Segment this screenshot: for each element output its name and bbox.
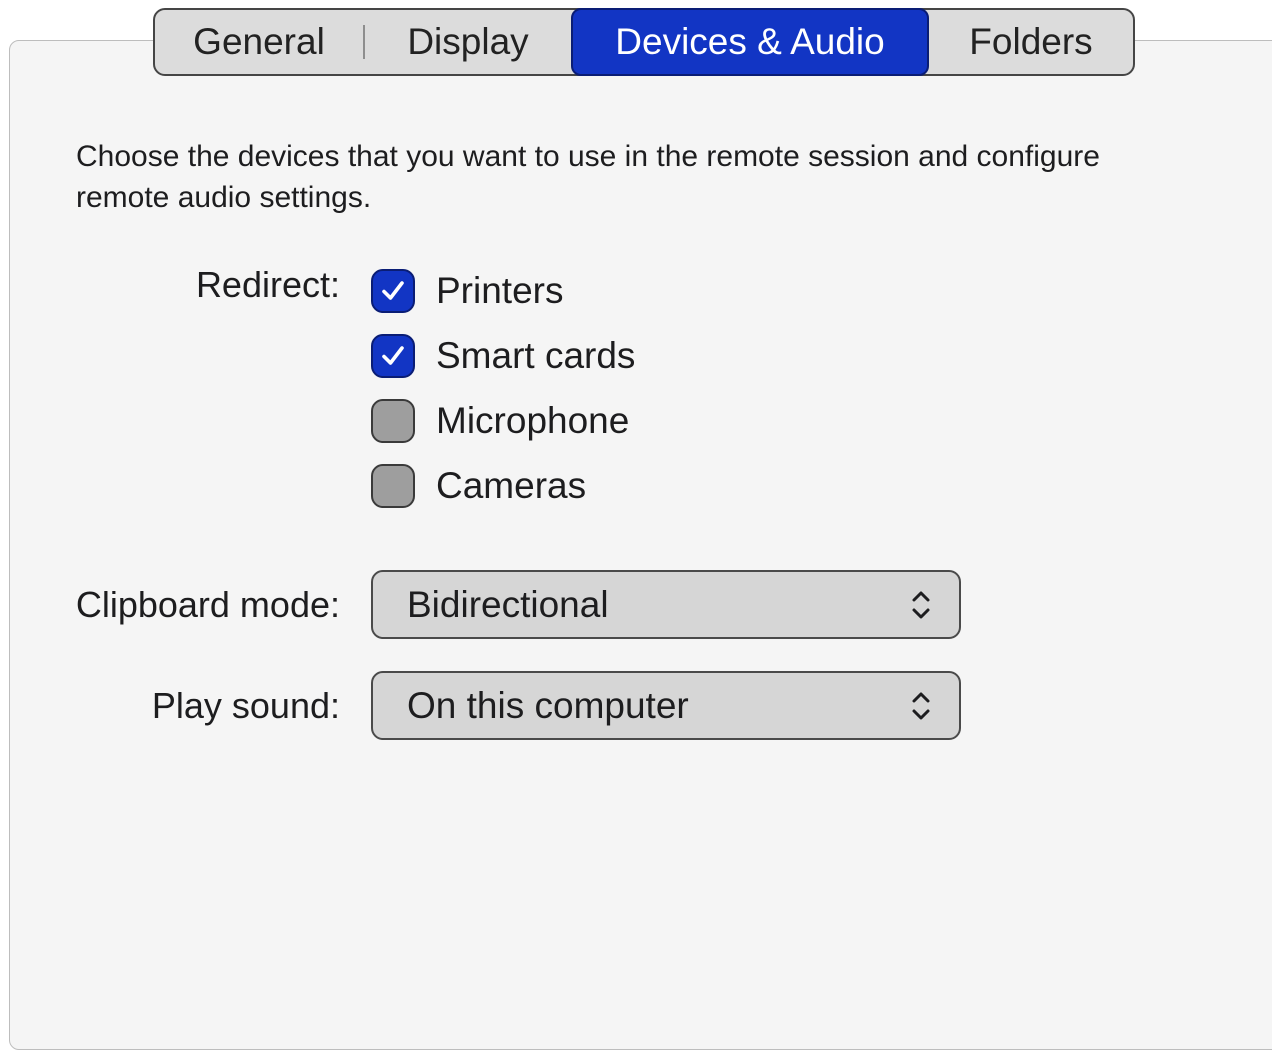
microphone-label: Microphone — [436, 400, 630, 441]
play-sound-value: On this computer — [407, 684, 689, 726]
cameras-checkbox-row[interactable]: Cameras — [371, 462, 586, 510]
printers-label: Printers — [436, 270, 564, 311]
tab-general[interactable]: General — [155, 10, 363, 74]
cameras-checkbox[interactable] — [371, 464, 415, 508]
clipboard-mode-label: Clipboard mode: — [75, 584, 340, 625]
smart-cards-label: Smart cards — [436, 335, 636, 376]
section-description: Choose the devices that you want to use … — [76, 140, 1100, 214]
tab-devices-audio-label: Devices & Audio — [615, 21, 885, 62]
tab-folders-label: Folders — [969, 21, 1093, 62]
tab-display-label: Display — [407, 21, 529, 62]
up-down-chevron-icon — [912, 692, 930, 719]
microphone-checkbox[interactable] — [371, 399, 415, 443]
printers-checkbox-row[interactable]: Printers — [371, 267, 563, 315]
tab-general-label: General — [193, 21, 325, 62]
microphone-checkbox-row[interactable]: Microphone — [371, 397, 629, 445]
cameras-label: Cameras — [436, 465, 587, 506]
tab-display[interactable]: Display — [365, 10, 571, 74]
clipboard-mode-value: Bidirectional — [407, 583, 609, 625]
checkmark-icon — [382, 281, 404, 300]
tab-bar: General Display Devices & Audio Folders — [153, 8, 1135, 76]
redirect-label: Redirect: — [195, 264, 340, 305]
play-sound-popup[interactable]: On this computer — [371, 671, 961, 740]
checkmark-icon — [382, 346, 404, 365]
tab-folders[interactable]: Folders — [929, 10, 1133, 74]
tab-devices-audio[interactable]: Devices & Audio — [571, 8, 929, 76]
printers-checkbox[interactable] — [371, 269, 415, 313]
smart-cards-checkbox-row[interactable]: Smart cards — [371, 332, 635, 380]
smart-cards-checkbox[interactable] — [371, 334, 415, 378]
up-down-chevron-icon — [912, 591, 930, 618]
play-sound-label: Play sound: — [151, 685, 340, 726]
clipboard-mode-popup[interactable]: Bidirectional — [371, 570, 961, 639]
